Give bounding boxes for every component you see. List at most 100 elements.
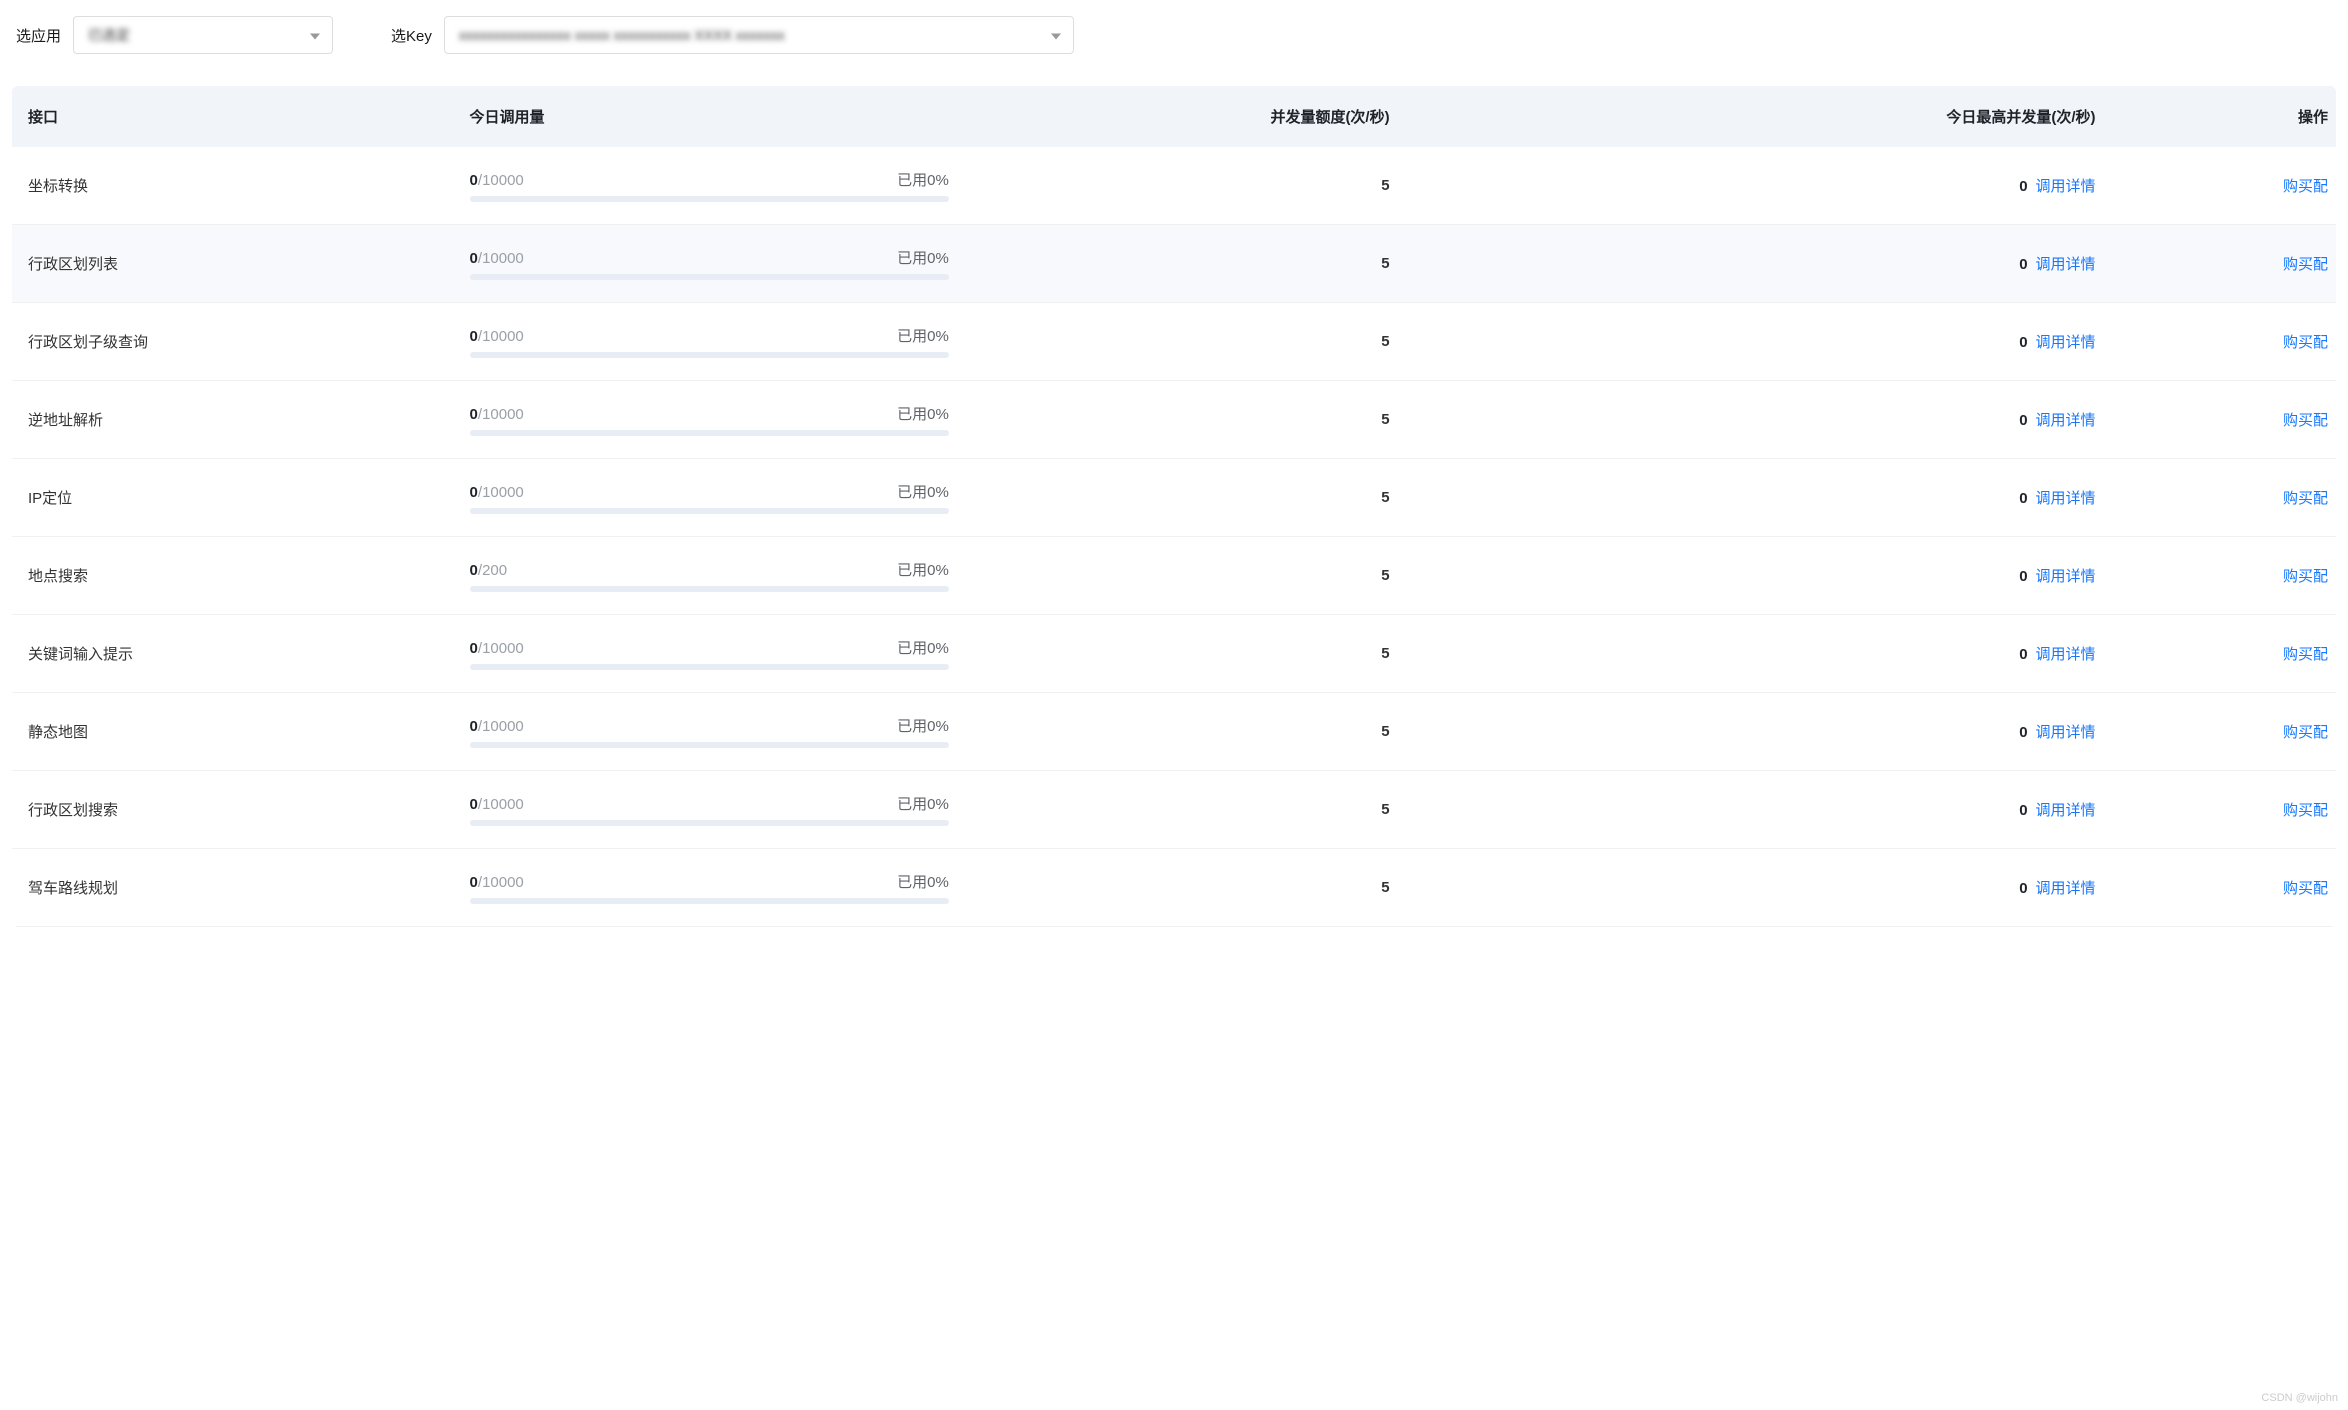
app-select-value: 已选定 [88, 25, 130, 45]
api-name: 行政区划子级查询 [12, 303, 454, 381]
action-cell: 购买配 [2104, 693, 2336, 771]
purchase-link[interactable]: 购买配 [2283, 178, 2328, 195]
purchase-link[interactable]: 购买配 [2283, 802, 2328, 819]
table-row: 坐标转换0/10000已用0%50调用详情购买配 [12, 147, 2336, 225]
concurrency-limit: 5 [965, 381, 1430, 459]
app-select[interactable]: 已选定 [73, 16, 333, 54]
usage-percent: 已用0% [897, 403, 949, 424]
table-row: 驾车路线规划0/10000已用0%50调用详情购买配 [12, 849, 2336, 927]
purchase-link[interactable]: 购买配 [2283, 568, 2328, 585]
usage-percent: 已用0% [897, 637, 949, 658]
filter-bar: 选应用 已选定 选Key xxxxxxxxxxxxxxxx xxxxx xxxx… [12, 16, 2336, 54]
table-row: 行政区划列表 0/10000 已用0% 50调用详情 购买配 [12, 225, 2336, 303]
peak-value: 0 [2019, 334, 2027, 351]
table-row: 行政区划子级查询 0/10000 已用0% 5 0 调用详情 购买配 [12, 303, 2336, 381]
watermark: CSDN @wijohn [2261, 1392, 2338, 1404]
table-row: 行政区划搜索0/10000已用0%50调用详情购买配 [12, 771, 2336, 849]
api-name: 逆地址解析 [12, 381, 454, 459]
concurrency-limit: 5 [965, 303, 1430, 381]
table-row: IP定位0/10000已用0%50调用详情购买配 [12, 459, 2336, 537]
concurrency-limit: 5 [965, 225, 1430, 303]
usage-percent: 已用0% [897, 325, 949, 346]
api-name: 静态地图 [12, 693, 454, 771]
detail-link[interactable]: 调用详情 [2036, 256, 2096, 273]
peak-cell: 0调用详情 [1430, 537, 2104, 615]
usage-cell: 0/10000 已用0% [454, 381, 965, 459]
action-cell: 购买配 [2104, 225, 2336, 303]
col-header-peak: 今日最高并发量(次/秒) [1430, 86, 2104, 147]
usage-count: 0/10000 [470, 328, 524, 345]
usage-count: 0/10000 [470, 874, 524, 891]
col-header-usage: 今日调用量 [454, 86, 965, 147]
usage-progress [470, 820, 949, 826]
purchase-link[interactable]: 购买配 [2283, 490, 2328, 507]
usage-count: 0/10000 [470, 250, 524, 267]
usage-percent: 已用0% [897, 715, 949, 736]
action-cell: 购买配 [2104, 771, 2336, 849]
usage-count: 0/10000 [470, 640, 524, 657]
peak-cell: 0调用详情 [1430, 615, 2104, 693]
action-cell: 购买配 [2104, 381, 2336, 459]
purchase-link[interactable]: 购买配 [2283, 256, 2328, 273]
concurrency-limit: 5 [965, 693, 1430, 771]
table-row: 关键词输入提示0/10000已用0%50调用详情购买配 [12, 615, 2336, 693]
col-header-action: 操作 [2104, 86, 2336, 147]
usage-progress [470, 430, 949, 436]
table-row: 逆地址解析 0/10000 已用0% 5 0 调用详情 购买配 [12, 381, 2336, 459]
usage-progress [470, 898, 949, 904]
usage-count: 0/10000 [470, 172, 524, 189]
concurrency-limit: 5 [965, 771, 1430, 849]
detail-link[interactable]: 调用详情 [2036, 802, 2096, 819]
api-name: 行政区划列表 [12, 225, 454, 303]
purchase-link[interactable]: 购买配 [2283, 880, 2328, 897]
key-select-value: xxxxxxxxxxxxxxxx xxxxx xxxxxxxxxxx XXXX … [459, 27, 785, 43]
usage-count: 0/10000 [470, 484, 524, 501]
usage-progress [470, 586, 949, 592]
peak-cell: 0 调用详情 [1430, 771, 2104, 849]
api-name: 坐标转换 [12, 147, 454, 225]
usage-cell: 0/10000已用0% [454, 147, 965, 225]
peak-value: 0 [2019, 802, 2027, 819]
action-cell: 购买配 [2104, 615, 2336, 693]
purchase-link[interactable]: 购买配 [2283, 724, 2328, 741]
usage-cell: 0/10000 已用0% [454, 459, 965, 537]
usage-percent: 已用0% [897, 793, 949, 814]
usage-cell: 0/10000 已用0% [454, 615, 965, 693]
table-row: 地点搜索0/200已用0%50调用详情购买配 [12, 537, 2336, 615]
usage-percent: 已用0% [897, 247, 949, 268]
peak-value: 0 [2019, 724, 2027, 741]
detail-link[interactable]: 调用详情 [2036, 490, 2096, 507]
usage-count: 0/10000 [470, 796, 524, 813]
detail-link[interactable]: 调用详情 [2036, 880, 2096, 897]
usage-progress [470, 742, 949, 748]
usage-cell: 0/10000 已用0% [454, 303, 965, 381]
api-name: 地点搜索 [12, 537, 454, 615]
detail-link[interactable]: 调用详情 [2036, 412, 2096, 429]
purchase-link[interactable]: 购买配 [2283, 334, 2328, 351]
purchase-link[interactable]: 购买配 [2283, 646, 2328, 663]
peak-cell: 0调用详情 [1430, 225, 2104, 303]
detail-link[interactable]: 调用详情 [2036, 568, 2096, 585]
usage-percent: 已用0% [897, 481, 949, 502]
action-cell: 购买配 [2104, 537, 2336, 615]
usage-count: 0/10000 [470, 406, 524, 423]
detail-link[interactable]: 调用详情 [2036, 334, 2096, 351]
usage-cell: 0/200已用0% [454, 537, 965, 615]
usage-progress [470, 274, 949, 280]
concurrency-limit: 5 [965, 615, 1430, 693]
purchase-link[interactable]: 购买配 [2283, 412, 2328, 429]
detail-link[interactable]: 调用详情 [2036, 646, 2096, 663]
action-cell: 购买配 [2104, 147, 2336, 225]
peak-value: 0 [2019, 412, 2027, 429]
detail-link[interactable]: 调用详情 [2036, 178, 2096, 195]
peak-value: 0 [2019, 880, 2027, 897]
action-cell: 购买配 [2104, 849, 2336, 927]
usage-progress [470, 508, 949, 514]
col-header-api: 接口 [12, 86, 454, 147]
peak-value: 0 [2019, 178, 2027, 195]
detail-link[interactable]: 调用详情 [2036, 724, 2096, 741]
key-select[interactable]: xxxxxxxxxxxxxxxx xxxxx xxxxxxxxxxx XXXX … [444, 16, 1074, 54]
api-name: IP定位 [12, 459, 454, 537]
key-select-label: 选Key [391, 25, 432, 46]
usage-progress [470, 196, 949, 202]
